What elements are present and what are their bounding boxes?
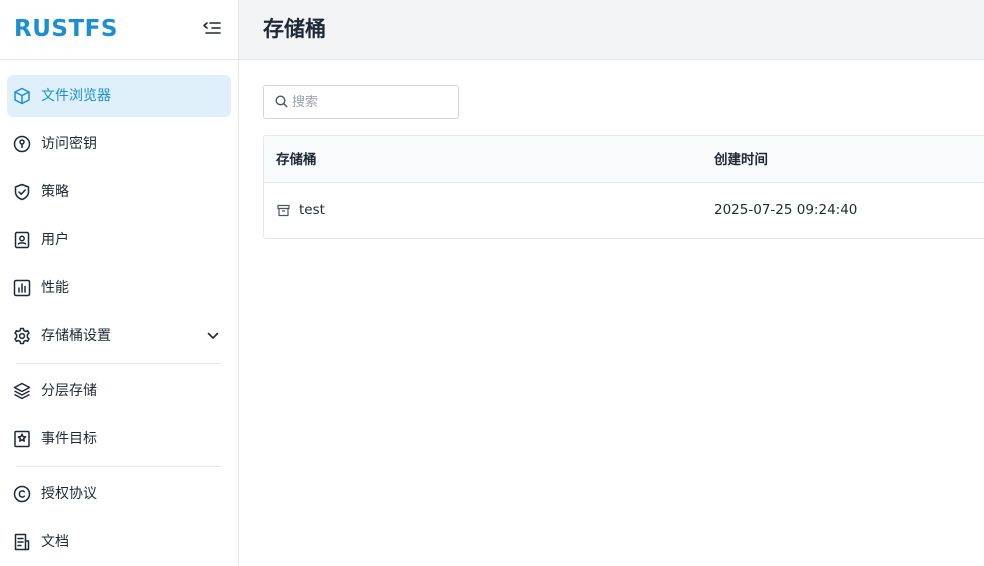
bucket-name[interactable]: test xyxy=(299,200,325,220)
column-header-created[interactable]: 创建时间 xyxy=(714,150,768,170)
sidebar-item-access-keys[interactable]: 访问密钥 xyxy=(7,123,231,165)
table-header: 存储桶 创建时间 xyxy=(264,136,984,183)
sidebar-item-label: 访问密钥 xyxy=(41,136,97,152)
top-bar: 存储桶 xyxy=(239,0,984,60)
sidebar-item-docs[interactable]: 文档 xyxy=(7,521,231,563)
shield-check-icon xyxy=(12,182,32,202)
sidebar-item-label: 策略 xyxy=(41,184,69,200)
app-root: RUSTFS 文件浏览器 访问密钥 策略 用户 性能 存储桶设置 分层存储 事件… xyxy=(0,0,984,566)
collapse-menu-icon xyxy=(203,20,221,40)
search-icon xyxy=(275,93,288,112)
sidebar-item-users[interactable]: 用户 xyxy=(7,219,231,261)
key-circle-icon xyxy=(12,134,32,154)
logo: RUSTFS xyxy=(14,16,118,42)
sidebar-item-label: 文件浏览器 xyxy=(41,88,111,104)
user-badge-icon xyxy=(12,230,32,250)
sidebar-divider xyxy=(16,466,221,467)
gear-icon xyxy=(12,326,32,346)
sidebar-divider xyxy=(16,363,221,364)
layers-icon xyxy=(12,381,32,401)
sidebar-item-license[interactable]: 授权协议 xyxy=(7,473,231,515)
document-icon xyxy=(12,532,32,552)
sidebar-item-label: 事件目标 xyxy=(41,431,97,447)
bucket-name-cell[interactable]: test xyxy=(277,200,325,220)
sidebar-header: RUSTFS xyxy=(0,0,238,60)
column-header-bucket[interactable]: 存储桶 xyxy=(276,150,317,170)
sidebar-item-bucket-settings[interactable]: 存储桶设置 xyxy=(7,315,231,357)
sidebar-item-label: 存储桶设置 xyxy=(41,328,111,344)
bookmark-star-icon xyxy=(12,429,32,449)
chevron-down-icon[interactable] xyxy=(205,328,221,344)
sidebar-item-label: 用户 xyxy=(41,232,69,248)
collapse-sidebar-button[interactable] xyxy=(200,18,224,42)
search-input[interactable] xyxy=(292,94,452,110)
bar-chart-icon xyxy=(12,278,32,298)
sidebar-item-file-browser[interactable]: 文件浏览器 xyxy=(7,75,231,117)
page-title: 存储桶 xyxy=(263,17,326,41)
sidebar-item-label: 文档 xyxy=(41,534,69,550)
copyright-icon xyxy=(12,484,32,504)
archive-box-icon xyxy=(277,203,291,217)
table-row[interactable]: test 2025-07-25 09:24:40 xyxy=(264,183,984,238)
sidebar-item-event-targets[interactable]: 事件目标 xyxy=(7,418,231,460)
sidebar-item-label: 授权协议 xyxy=(41,486,97,502)
sidebar-item-performance[interactable]: 性能 xyxy=(7,267,231,309)
buckets-table: 存储桶 创建时间 test 2025-07-25 09:24:40 xyxy=(263,135,984,239)
sidebar-item-label: 性能 xyxy=(41,280,69,296)
sidebar-item-tiered-storage[interactable]: 分层存储 xyxy=(7,370,231,412)
cube-icon xyxy=(12,86,32,106)
created-time-cell: 2025-07-25 09:24:40 xyxy=(714,202,858,218)
sidebar-item-policies[interactable]: 策略 xyxy=(7,171,231,213)
search-box[interactable] xyxy=(263,85,459,119)
sidebar-item-label: 分层存储 xyxy=(41,383,97,399)
sidebar: RUSTFS 文件浏览器 访问密钥 策略 用户 性能 存储桶设置 分层存储 事件… xyxy=(0,0,239,566)
